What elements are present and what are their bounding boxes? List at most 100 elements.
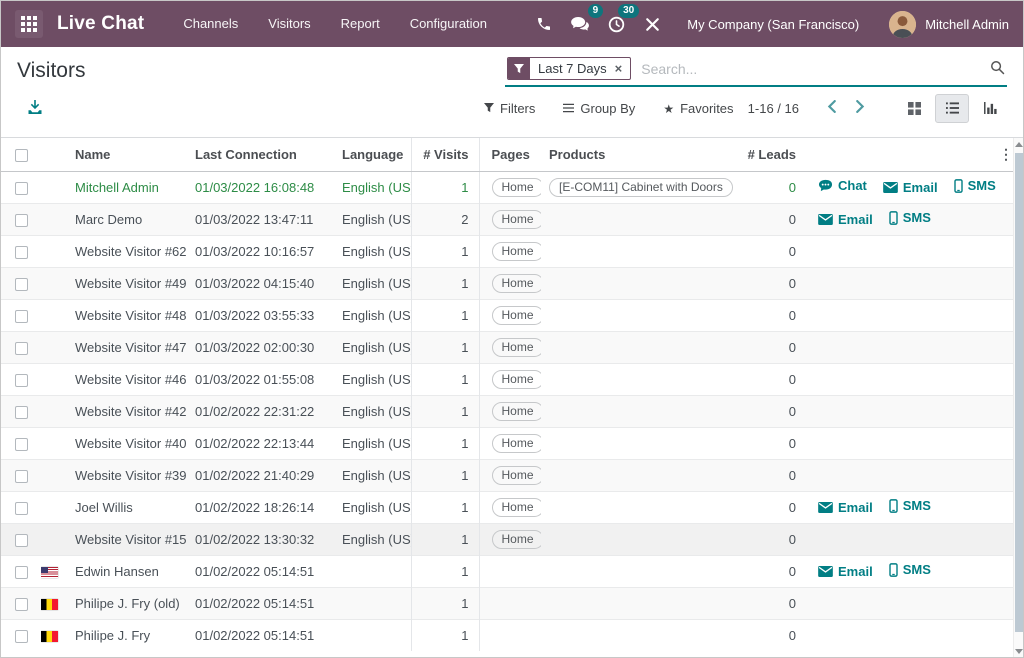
- search-facet[interactable]: Last 7 Days: [507, 57, 631, 80]
- row-flag-cell: [41, 395, 67, 427]
- scroll-up-icon[interactable]: [1015, 142, 1023, 147]
- company-switcher[interactable]: My Company (San Francisco): [687, 17, 859, 32]
- sms-action-button[interactable]: SMS: [889, 210, 931, 225]
- visitor-name[interactable]: Edwin Hansen: [67, 555, 187, 587]
- row-checkbox[interactable]: [15, 566, 28, 579]
- select-all-checkbox[interactable]: [15, 149, 28, 162]
- visitor-name[interactable]: Website Visitor #39: [67, 459, 187, 491]
- email-action-button[interactable]: Email: [818, 212, 873, 227]
- page-badge: Home: [492, 434, 542, 453]
- group-by-button[interactable]: Group By: [563, 101, 635, 116]
- row-checkbox[interactable]: [15, 502, 28, 515]
- table-row[interactable]: Joel Willis 01/02/2022 18:26:14 English …: [1, 491, 1015, 523]
- kanban-view-button[interactable]: [897, 94, 931, 123]
- table-row[interactable]: Mitchell Admin 01/03/2022 16:08:48 Engli…: [1, 171, 1015, 203]
- pager-next-button[interactable]: [846, 98, 875, 118]
- row-checkbox[interactable]: [15, 374, 28, 387]
- table-row[interactable]: Website Visitor #40 01/02/2022 22:13:44 …: [1, 427, 1015, 459]
- email-action-button[interactable]: Email: [818, 564, 873, 579]
- row-checkbox[interactable]: [15, 598, 28, 611]
- scrollbar-thumb[interactable]: [1015, 153, 1023, 632]
- visitor-name[interactable]: Website Visitor #42: [67, 395, 187, 427]
- visitor-name[interactable]: Joel Willis: [67, 491, 187, 523]
- menu-visitors[interactable]: Visitors: [253, 1, 325, 47]
- header-name[interactable]: Name: [67, 138, 187, 171]
- row-checkbox[interactable]: [15, 310, 28, 323]
- row-select-cell: [1, 267, 41, 299]
- scroll-down-icon[interactable]: [1015, 649, 1023, 654]
- email-action-button[interactable]: Email: [883, 180, 938, 195]
- menu-channels[interactable]: Channels: [168, 1, 253, 47]
- sms-action-button[interactable]: SMS: [889, 562, 931, 577]
- table-row[interactable]: Website Visitor #62 01/03/2022 10:16:57 …: [1, 235, 1015, 267]
- table-row[interactable]: Website Visitor #46 01/03/2022 01:55:08 …: [1, 363, 1015, 395]
- header-pages[interactable]: Pages: [479, 138, 541, 171]
- menu-configuration[interactable]: Configuration: [395, 1, 502, 47]
- table-row[interactable]: Website Visitor #39 01/02/2022 21:40:29 …: [1, 459, 1015, 491]
- tools-icon[interactable]: [637, 9, 667, 39]
- visitor-name[interactable]: Website Visitor #62: [67, 235, 187, 267]
- row-checkbox[interactable]: [15, 470, 28, 483]
- table-row[interactable]: Website Visitor #15 01/02/2022 13:30:32 …: [1, 523, 1015, 555]
- visitor-name[interactable]: Website Visitor #47: [67, 331, 187, 363]
- table-row[interactable]: Website Visitor #42 01/02/2022 22:31:22 …: [1, 395, 1015, 427]
- visitor-name[interactable]: Website Visitor #48: [67, 299, 187, 331]
- table-row[interactable]: Edwin Hansen 01/02/2022 05:14:51 1 0 Ema…: [1, 555, 1015, 587]
- row-checkbox[interactable]: [15, 406, 28, 419]
- voip-phone-icon[interactable]: [529, 9, 559, 39]
- pager-previous-button[interactable]: [817, 98, 846, 118]
- visitor-name[interactable]: Website Visitor #40: [67, 427, 187, 459]
- table-row[interactable]: Website Visitor #49 01/03/2022 04:15:40 …: [1, 267, 1015, 299]
- products-cell: [541, 619, 736, 651]
- row-checkbox[interactable]: [15, 630, 28, 643]
- visitor-name[interactable]: Website Visitor #46: [67, 363, 187, 395]
- visitor-name[interactable]: Philipe J. Fry (old): [67, 587, 187, 619]
- facet-remove-icon[interactable]: [615, 61, 631, 76]
- graph-view-button[interactable]: [973, 94, 1007, 123]
- visitor-name[interactable]: Mitchell Admin: [67, 171, 187, 203]
- user-avatar[interactable]: [889, 11, 916, 38]
- app-title[interactable]: Live Chat: [57, 13, 144, 35]
- search-input[interactable]: [639, 60, 990, 78]
- leads-value: 0: [736, 459, 808, 491]
- email-action-button[interactable]: Email: [818, 500, 873, 515]
- chat-action-button[interactable]: Chat: [818, 178, 867, 193]
- column-options-icon[interactable]: [995, 146, 1015, 163]
- visitor-name[interactable]: Marc Demo: [67, 203, 187, 235]
- export-button[interactable]: [23, 95, 47, 122]
- row-checkbox[interactable]: [15, 278, 28, 291]
- sms-action-button[interactable]: SMS: [889, 498, 931, 513]
- favorites-button[interactable]: Favorites: [663, 101, 733, 116]
- sms-action-button[interactable]: SMS: [954, 178, 996, 193]
- visitor-name[interactable]: Philipe J. Fry: [67, 619, 187, 651]
- row-checkbox[interactable]: [15, 342, 28, 355]
- messages-icon[interactable]: 9: [565, 9, 595, 39]
- activities-icon[interactable]: 30: [601, 9, 631, 39]
- row-checkbox[interactable]: [15, 182, 28, 195]
- row-checkbox[interactable]: [15, 534, 28, 547]
- table-row[interactable]: Philipe J. Fry (old) 01/02/2022 05:14:51…: [1, 587, 1015, 619]
- table-row[interactable]: Philipe J. Fry 01/02/2022 05:14:51 1 0: [1, 619, 1015, 651]
- search-bar[interactable]: Last 7 Days: [505, 55, 1007, 87]
- row-checkbox[interactable]: [15, 438, 28, 451]
- apps-menu-icon[interactable]: [15, 10, 43, 38]
- filters-button[interactable]: Filters: [484, 101, 535, 116]
- header-language[interactable]: Language: [334, 138, 411, 171]
- search-icon[interactable]: [990, 60, 1005, 78]
- header-products[interactable]: Products: [541, 138, 736, 171]
- header-leads[interactable]: # Leads: [736, 138, 808, 171]
- table-row[interactable]: Marc Demo 01/03/2022 13:47:11 English (U…: [1, 203, 1015, 235]
- header-visits[interactable]: # Visits: [411, 138, 479, 171]
- table-row[interactable]: Website Visitor #47 01/03/2022 02:00:30 …: [1, 331, 1015, 363]
- row-checkbox[interactable]: [15, 246, 28, 259]
- menu-report[interactable]: Report: [326, 1, 395, 47]
- user-menu[interactable]: Mitchell Admin: [925, 17, 1009, 32]
- list-view-button[interactable]: [935, 94, 969, 123]
- vertical-scrollbar[interactable]: [1013, 138, 1023, 658]
- header-last-connection[interactable]: Last Connection: [187, 138, 334, 171]
- visitor-name[interactable]: Website Visitor #15: [67, 523, 187, 555]
- table-row[interactable]: Website Visitor #48 01/03/2022 03:55:33 …: [1, 299, 1015, 331]
- favorites-star-icon: [663, 101, 674, 116]
- visitor-name[interactable]: Website Visitor #49: [67, 267, 187, 299]
- row-checkbox[interactable]: [15, 214, 28, 227]
